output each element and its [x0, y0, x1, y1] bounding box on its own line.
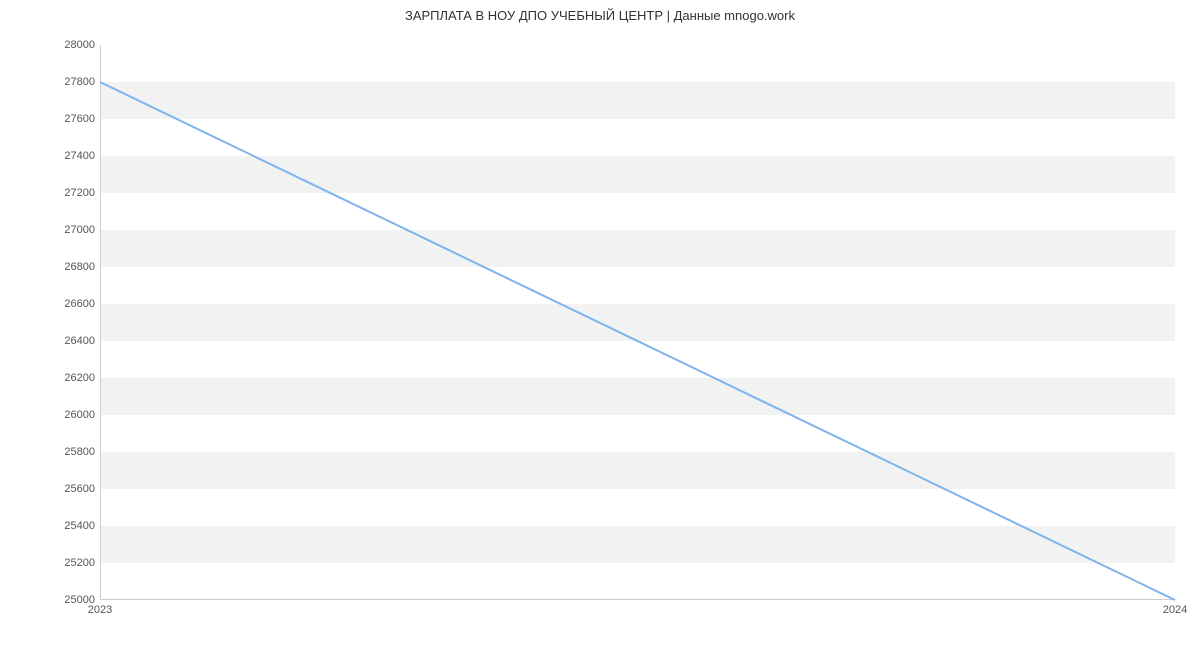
chart-line-layer [100, 45, 1175, 600]
y-tick-label: 25600 [45, 483, 95, 495]
y-tick-label: 27200 [45, 187, 95, 199]
y-tick-label: 25400 [45, 520, 95, 532]
y-tick-label: 25800 [45, 446, 95, 458]
y-tick-label: 26200 [45, 372, 95, 384]
y-tick-label: 26800 [45, 261, 95, 273]
y-tick-label: 27000 [45, 224, 95, 236]
y-tick-label: 26600 [45, 298, 95, 310]
x-tick-label: 2024 [1163, 604, 1187, 616]
y-tick-label: 26000 [45, 409, 95, 421]
y-tick-label: 27600 [45, 113, 95, 125]
chart-container: ЗАРПЛАТА В НОУ ДПО УЧЕБНЫЙ ЦЕНТР | Данны… [0, 0, 1200, 650]
series-line-salary [100, 82, 1175, 600]
y-tick-label: 27400 [45, 150, 95, 162]
x-tick-label: 2023 [88, 604, 112, 616]
y-tick-label: 28000 [45, 39, 95, 51]
y-tick-label: 26400 [45, 335, 95, 347]
y-tick-label: 25200 [45, 557, 95, 569]
chart-title: ЗАРПЛАТА В НОУ ДПО УЧЕБНЫЙ ЦЕНТР | Данны… [0, 8, 1200, 23]
y-tick-label: 27800 [45, 76, 95, 88]
